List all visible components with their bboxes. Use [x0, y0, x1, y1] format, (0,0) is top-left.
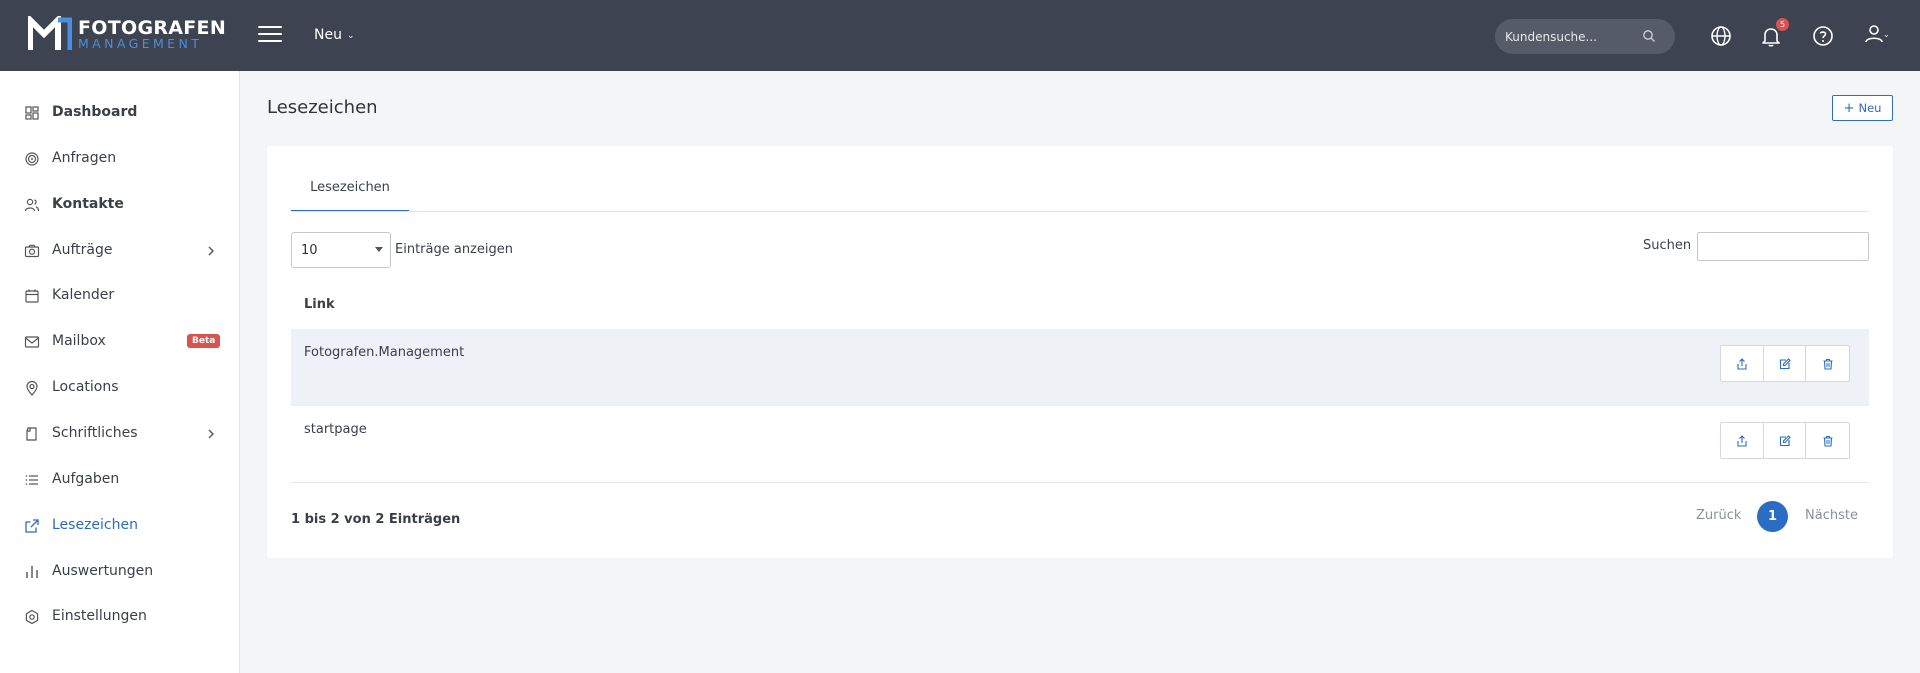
plus-icon: +: [1843, 100, 1855, 116]
notification-count-badge: 5: [1776, 18, 1789, 31]
sidebar-item-label: Dashboard: [52, 104, 138, 120]
settings-icon: [25, 609, 39, 625]
menu-icon[interactable]: [258, 26, 282, 44]
tab-lesezeichen[interactable]: Lesezeichen: [291, 180, 409, 212]
entries-per-page-label: Einträge anzeigen: [395, 242, 513, 257]
sidebar-item-label: Aufträge: [52, 242, 113, 258]
tab-divider: [291, 211, 1869, 212]
calendar-icon: [25, 289, 39, 303]
chevron-down-icon: ⌄: [346, 31, 355, 41]
beta-badge: Beta: [187, 334, 221, 348]
sidebar-item-label: Kalender: [52, 287, 115, 303]
pagination-previous[interactable]: Zurück: [1696, 508, 1741, 523]
chevron-right-icon: [208, 246, 214, 256]
sidebar-item-einstellungen[interactable]: Einstellungen: [0, 597, 240, 637]
edit-icon: [1779, 357, 1791, 369]
sidebar-item-label: Locations: [52, 379, 119, 395]
tab-label: Lesezeichen: [310, 180, 390, 195]
bar-chart-icon: [26, 566, 38, 578]
delete-button[interactable]: [1806, 346, 1849, 381]
new-bookmark-button-label: Neu: [1858, 100, 1882, 115]
top-navigation-bar: FOTOGRAFEN MANAGEMENT Neu ⌄ 5 ⌄: [0, 0, 1920, 71]
sidebar-item-label: Aufgaben: [52, 471, 120, 487]
trash-icon: [1823, 358, 1833, 370]
camera-icon: [24, 244, 40, 258]
help-icon[interactable]: [1811, 24, 1835, 48]
sidebar-item-kalender[interactable]: Kalender: [0, 276, 240, 316]
bookmark-link-text[interactable]: Fotografen.Management: [304, 345, 464, 360]
sidebar-item-kontakte[interactable]: Kontakte: [0, 185, 240, 225]
share-icon: [1737, 357, 1747, 370]
chevron-down-icon[interactable]: ⌄: [1883, 30, 1890, 39]
page-title: Lesezeichen: [267, 97, 378, 118]
sidebar-item-dashboard[interactable]: Dashboard: [0, 93, 240, 133]
edit-button[interactable]: [1764, 423, 1807, 458]
customer-search-input[interactable]: [1505, 27, 1640, 46]
sidebar-item-label: Mailbox: [52, 333, 106, 349]
entries-per-page-value: 10: [301, 243, 318, 258]
pagination-page-1[interactable]: 1: [1757, 501, 1788, 532]
sidebar-item-mailbox[interactable]: Mailbox Beta: [0, 322, 240, 362]
logo-text-management: MANAGEMENT: [78, 36, 203, 51]
customer-search: [1495, 19, 1675, 54]
caret-down-icon: [375, 247, 383, 252]
edit-icon: [1779, 434, 1791, 446]
share-icon: [1737, 434, 1747, 447]
users-icon: [24, 198, 40, 212]
sidebar-item-label: Einstellungen: [52, 608, 147, 624]
edit-button[interactable]: [1764, 346, 1807, 381]
sidebar-item-label: Anfragen: [52, 150, 117, 166]
trash-icon: [1823, 435, 1833, 447]
entries-per-page-select[interactable]: 10: [291, 232, 391, 268]
location-pin-icon: [26, 380, 38, 396]
table-search-label: Suchen: [1643, 238, 1692, 253]
logo-mark-icon: [28, 16, 72, 50]
list-icon: [25, 475, 38, 485]
table-row: Fotografen.Management: [291, 329, 1869, 406]
search-icon[interactable]: [1642, 29, 1656, 43]
sidebar-item-label: Lesezeichen: [52, 517, 138, 533]
table-info: 1 bis 2 von 2 Einträgen: [291, 512, 461, 527]
share-button[interactable]: [1721, 346, 1764, 381]
sidebar: Dashboard Anfragen Kontakte Aufträge Kal…: [0, 71, 240, 673]
sidebar-item-lesezeichen[interactable]: Lesezeichen: [0, 506, 240, 546]
sidebar-item-label: Kontakte: [52, 196, 124, 212]
sidebar-item-label: Schriftliches: [52, 425, 138, 441]
dashboard-icon: [25, 106, 39, 120]
document-icon: [26, 427, 37, 441]
table-search-input[interactable]: [1697, 232, 1869, 261]
chevron-right-icon: [208, 429, 214, 439]
pagination-next[interactable]: Nächste: [1805, 508, 1858, 523]
external-link-icon: [25, 519, 39, 533]
bookmarks-card: Lesezeichen 10 Einträge anzeigen Suchen …: [267, 146, 1893, 558]
brand-logo[interactable]: FOTOGRAFEN MANAGEMENT: [28, 16, 226, 54]
sidebar-item-label: Auswertungen: [52, 563, 154, 579]
new-dropdown-menu[interactable]: Neu ⌄: [314, 27, 355, 43]
new-dropdown-label: Neu: [314, 27, 342, 43]
row-actions: [1720, 345, 1850, 382]
delete-button[interactable]: [1806, 423, 1849, 458]
sidebar-item-anfragen[interactable]: Anfragen: [0, 139, 240, 179]
mail-icon: [24, 336, 40, 348]
column-header-link[interactable]: Link: [304, 297, 335, 312]
row-actions: [1720, 422, 1850, 459]
table-row: startpage: [291, 406, 1869, 483]
sidebar-item-aufgaben[interactable]: Aufgaben: [0, 460, 240, 500]
share-button[interactable]: [1721, 423, 1764, 458]
sidebar-item-locations[interactable]: Locations: [0, 368, 240, 408]
sidebar-item-auftraege[interactable]: Aufträge: [0, 231, 240, 271]
sidebar-item-schriftliches[interactable]: Schriftliches: [0, 414, 240, 454]
bookmark-link-text[interactable]: startpage: [304, 422, 367, 437]
globe-icon[interactable]: [1709, 24, 1733, 48]
target-icon: [25, 152, 39, 166]
new-bookmark-button[interactable]: + Neu: [1832, 95, 1893, 121]
sidebar-item-auswertungen[interactable]: Auswertungen: [0, 552, 240, 592]
